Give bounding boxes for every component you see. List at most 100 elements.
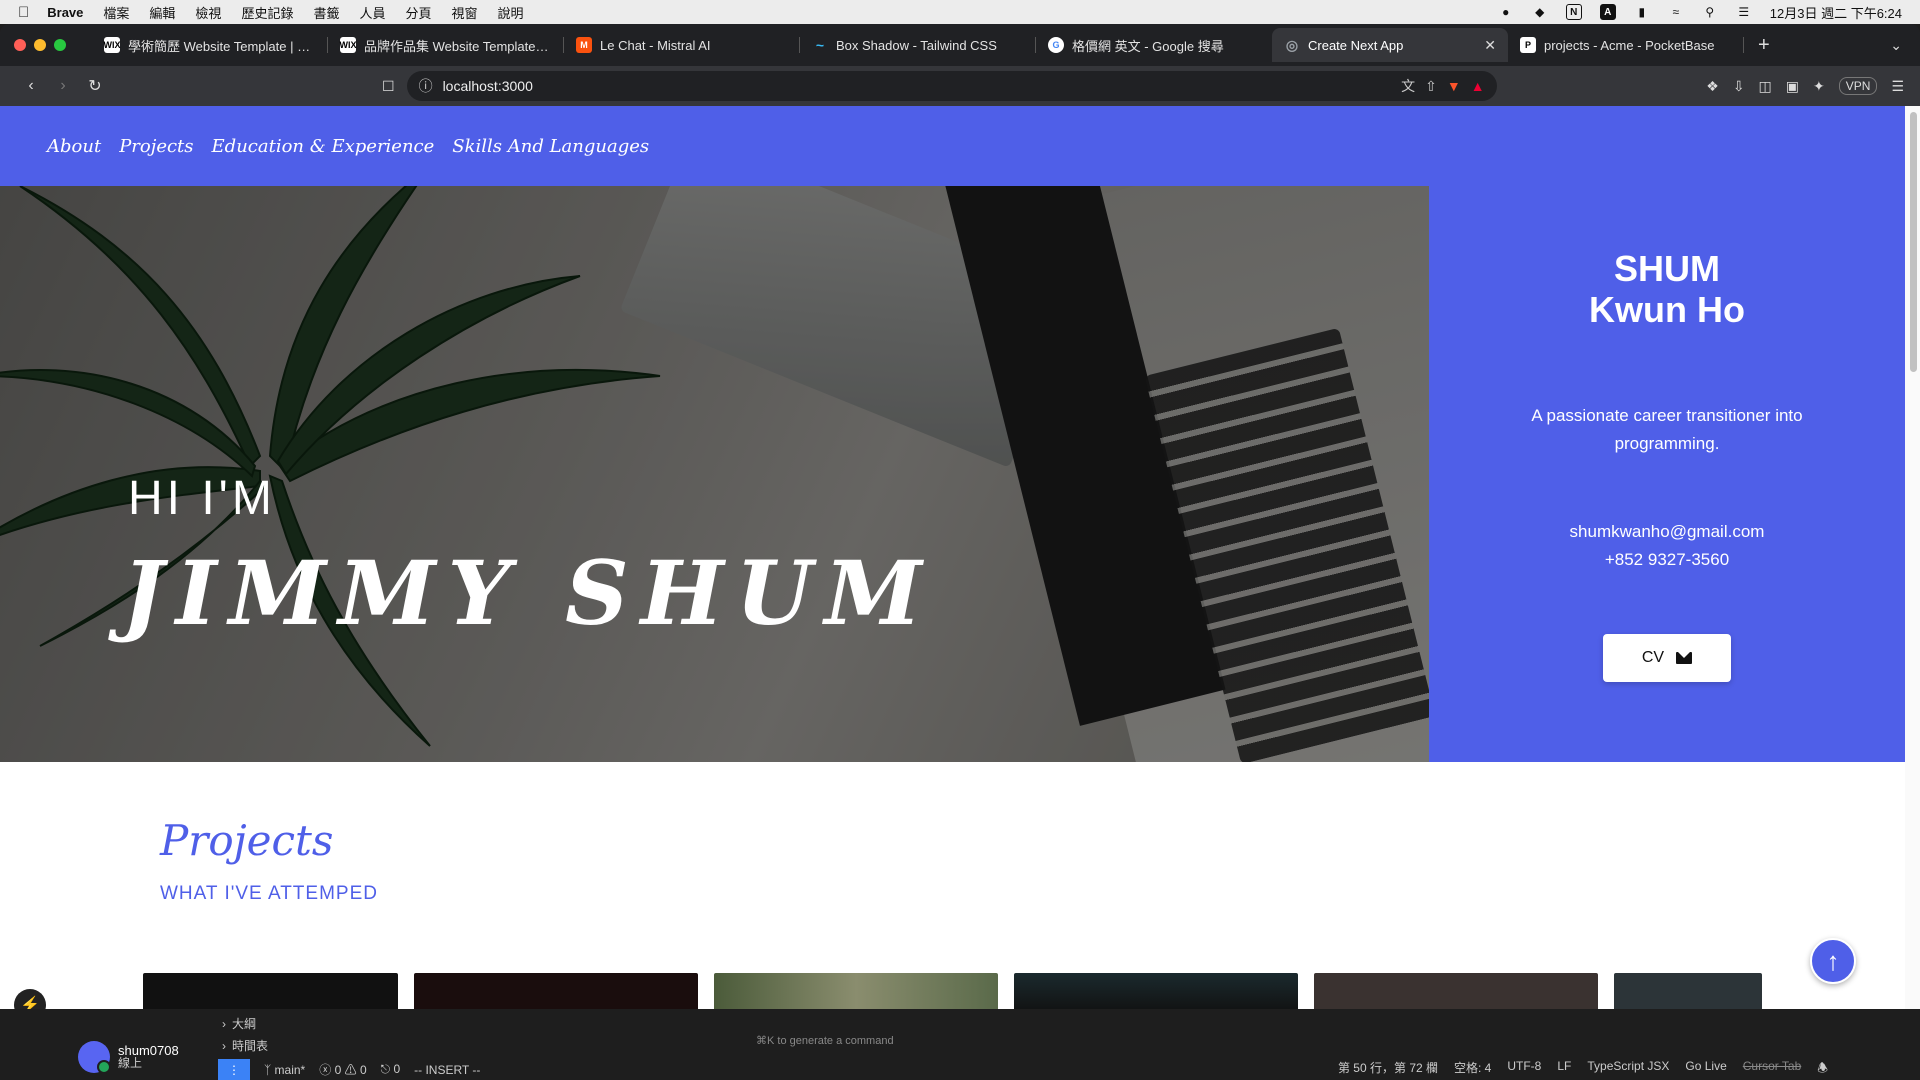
go-live-button[interactable]: Go Live	[1685, 1059, 1726, 1080]
profile-email[interactable]: shumkwanho@gmail.com	[1429, 518, 1905, 546]
nav-link-education[interactable]: Education & Experience	[212, 136, 435, 157]
menubar-app-name[interactable]: Brave	[47, 5, 83, 20]
menu-icon[interactable]: ☰	[1891, 78, 1904, 95]
back-icon[interactable]: ‹	[16, 77, 46, 95]
menubar-item-history[interactable]: 歷史記錄	[241, 3, 293, 22]
tab-label: projects - Acme - PocketBase	[1544, 37, 1715, 53]
tab-list-chevron-icon[interactable]: ⌄	[1890, 37, 1902, 54]
menubar-item-edit[interactable]: 編輯	[149, 3, 175, 22]
hero-name: JIMMY SHUM	[122, 541, 934, 645]
brave-rewards-icon[interactable]: ▲	[1471, 78, 1485, 94]
menubar-item-tab[interactable]: 分頁	[405, 3, 431, 22]
elephant-icon[interactable]: ●	[1498, 5, 1514, 19]
address-bar[interactable]: ⓘ localhost:3000 文 ⇧ ▼ ▲	[406, 71, 1497, 101]
maximize-window-button[interactable]	[54, 39, 66, 51]
timeline-item[interactable]: › 時間表	[222, 1035, 268, 1057]
menubar-datetime[interactable]: 12月3日 週二 下午6:24	[1770, 3, 1902, 22]
discord-user[interactable]: shum0708 線上	[78, 1041, 179, 1074]
remote-icon[interactable]: ⋮	[218, 1059, 250, 1080]
tab-separator	[1743, 37, 1744, 53]
puzzle-icon[interactable]: ◆	[1532, 5, 1548, 19]
nav-link-skills[interactable]: Skills And Languages	[452, 136, 649, 157]
page-viewport: About Projects Education & Experience Sk…	[0, 106, 1905, 1009]
extensions-icon[interactable]: ❖	[1706, 78, 1719, 95]
project-thumbnail[interactable]	[714, 973, 998, 1009]
tab-label: 格價網 英文 - Google 搜尋	[1072, 38, 1224, 54]
close-tab-icon[interactable]: ✕	[1484, 37, 1496, 54]
battery-icon[interactable]: ▮	[1634, 5, 1650, 19]
cursor-position[interactable]: 第 50 行，第 72 欄	[1338, 1059, 1438, 1080]
input-method-icon[interactable]: A	[1599, 4, 1616, 20]
leo-ai-icon[interactable]: ✦	[1813, 78, 1825, 95]
indentation[interactable]: 空格: 4	[1454, 1059, 1491, 1080]
timeline-label: 時間表	[232, 1039, 269, 1053]
url-text[interactable]: localhost:3000	[443, 78, 1392, 94]
menubar-item-view[interactable]: 檢視	[195, 3, 221, 22]
scrollbar-thumb[interactable]	[1910, 112, 1917, 372]
bolt-icon[interactable]: ⚡	[14, 989, 46, 1009]
share-icon[interactable]: ⇧	[1425, 78, 1437, 95]
sidebar-icon[interactable]: ◫	[1759, 78, 1772, 95]
ide-statusbar: ⋮ ᛉ main* ⓧ 0 ⚠ 0 ⎋ 0 -- INSERT -- 第 50 …	[218, 1059, 1828, 1080]
nav-link-about[interactable]: About	[47, 136, 101, 157]
menubar-item-window[interactable]: 視窗	[452, 3, 478, 22]
project-thumbnail[interactable]	[1314, 973, 1598, 1009]
reload-icon[interactable]: ↻	[80, 76, 110, 96]
forward-icon[interactable]: ›	[48, 77, 78, 95]
nav-link-projects[interactable]: Projects	[119, 136, 193, 157]
project-thumbnail[interactable]	[1614, 973, 1762, 1009]
profile-bio: A passionate career transitioner into pr…	[1531, 406, 1803, 453]
tab-pocketbase[interactable]: P projects - Acme - PocketBase	[1508, 28, 1744, 62]
menubar-item-help[interactable]: 說明	[498, 3, 524, 22]
spotlight-search-icon[interactable]: ⚲	[1702, 5, 1718, 19]
translate-icon[interactable]: 文	[1401, 76, 1415, 96]
wix-icon: WIX	[104, 37, 121, 53]
line-ending[interactable]: LF	[1557, 1059, 1571, 1080]
tab-tailwind[interactable]: ~ Box Shadow - Tailwind CSS	[800, 28, 1036, 62]
wallet-icon[interactable]: ▣	[1786, 78, 1799, 95]
tab-wix-portfolio[interactable]: WIX 品牌作品集 Website Template | WIX	[328, 28, 564, 62]
tab-mistral[interactable]: M Le Chat - Mistral AI	[564, 28, 800, 62]
site-info-icon[interactable]: ⓘ	[419, 76, 433, 96]
notion-icon[interactable]: N	[1565, 4, 1582, 20]
hero-greeting: HI I'M	[128, 472, 276, 525]
profile-contact: shumkwanho@gmail.com +852 9327-3560	[1429, 518, 1905, 574]
warning-count: 0	[359, 1063, 367, 1077]
window-controls	[14, 39, 66, 51]
language-mode[interactable]: TypeScript JSX	[1587, 1059, 1669, 1080]
control-center-icon[interactable]: ☰	[1736, 5, 1752, 19]
menubar-item-people[interactable]: 人員	[359, 3, 385, 22]
tab-create-next-app[interactable]: ◎ Create Next App ✕	[1272, 28, 1508, 62]
page-scrollbar[interactable]	[1905, 106, 1920, 1009]
brave-shields-icon[interactable]: ▼	[1447, 78, 1461, 94]
user-text: shum0708 線上	[118, 1044, 179, 1070]
project-thumbnail[interactable]	[1014, 973, 1298, 1009]
new-tab-button[interactable]: +	[1758, 34, 1770, 57]
site-nav: About Projects Education & Experience Sk…	[0, 106, 1905, 186]
cursor-tab-toggle[interactable]: Cursor Tab	[1743, 1059, 1801, 1080]
close-window-button[interactable]	[14, 39, 26, 51]
project-thumbnail[interactable]	[414, 973, 698, 1009]
tab-wix-academic[interactable]: WIX 學術簡歷 Website Template | WIX	[92, 28, 328, 62]
tab-google-search[interactable]: G 格價網 英文 - Google 搜尋	[1036, 28, 1272, 62]
ports-indicator[interactable]: ⎋ 0	[381, 1062, 401, 1077]
git-branch[interactable]: ᛉ main*	[264, 1063, 305, 1077]
cv-button[interactable]: CV	[1603, 634, 1731, 682]
error-count: 0	[334, 1063, 342, 1077]
project-thumbnail[interactable]	[143, 973, 398, 1009]
outline-item[interactable]: › 大綱	[222, 1013, 268, 1035]
problems-indicator[interactable]: ⓧ 0 ⚠ 0	[319, 1061, 366, 1078]
menubar-item-file[interactable]: 檔案	[103, 3, 129, 22]
scroll-to-top-button[interactable]: ↑	[1810, 938, 1856, 984]
minimize-window-button[interactable]	[34, 39, 46, 51]
bell-icon[interactable]: 🕭	[1817, 1059, 1828, 1080]
profile-phone[interactable]: +852 9327-3560	[1429, 546, 1905, 574]
menubar-tray: ● ◆ N A ▮ ≈ ⚲ ☰ 12月3日 週二 下午6:24	[1498, 3, 1902, 22]
menubar-item-bookmarks[interactable]: 書籤	[313, 3, 339, 22]
bookmark-icon[interactable]: ☐	[382, 78, 395, 95]
downloads-icon[interactable]: ⇩	[1733, 78, 1745, 95]
file-encoding[interactable]: UTF-8	[1507, 1059, 1541, 1080]
apple-icon[interactable]: 	[18, 4, 29, 21]
wifi-icon[interactable]: ≈	[1668, 5, 1684, 19]
vpn-button[interactable]: VPN	[1838, 77, 1878, 95]
